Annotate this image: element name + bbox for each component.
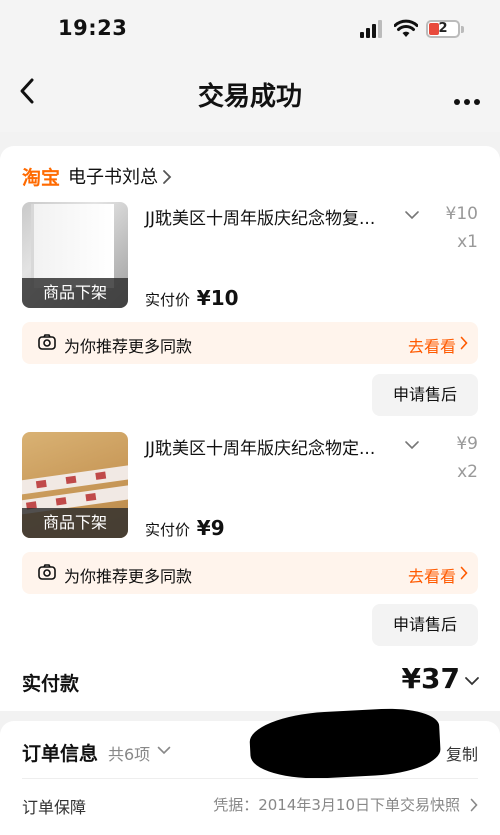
- shop-name[interactable]: 电子书刘总: [68, 163, 158, 189]
- chevron-down-icon[interactable]: [404, 210, 420, 220]
- order-card: 淘宝 电子书刘总 商品下架 JJ耽美区十周年版庆纪念物复... ¥10 x1 实…: [0, 146, 500, 711]
- product-thumbnail[interactable]: 商品下架: [22, 202, 128, 308]
- item-price: ¥10: [445, 204, 478, 224]
- nav-bar: 交易成功: [0, 54, 500, 132]
- product-thumbnail[interactable]: 商品下架: [22, 432, 128, 538]
- chevron-down-icon[interactable]: [404, 440, 420, 450]
- recommend-link[interactable]: 去看看: [408, 333, 456, 357]
- total-label: 实付款: [22, 673, 80, 695]
- chevron-right-icon: [163, 170, 172, 184]
- paid-value: ¥10: [196, 286, 239, 310]
- order-info-card: 订单信息 共6项 复制 订单保障 凭据：2014年3月10日下单交易快照: [0, 706, 500, 835]
- more-icon[interactable]: [454, 90, 484, 109]
- camera-icon: [38, 334, 56, 350]
- camera-icon: [38, 564, 56, 580]
- total-value: ¥37: [401, 662, 460, 695]
- recommend-banner[interactable]: 为你推荐更多同款 去看看: [22, 552, 478, 594]
- wifi-icon: [394, 19, 418, 37]
- item-price: ¥9: [456, 434, 478, 454]
- page-title: 交易成功: [197, 82, 302, 112]
- recommend-text: 为你推荐更多同款: [64, 337, 193, 356]
- redaction-mark: [248, 706, 442, 782]
- order-info-title: 订单信息: [22, 743, 99, 765]
- after-sale-button[interactable]: 申请售后: [372, 604, 478, 646]
- recommend-banner[interactable]: 为你推荐更多同款 去看看: [22, 322, 478, 364]
- paid-price: 实付价 ¥10: [145, 286, 239, 310]
- taobao-logo: 淘宝: [22, 166, 61, 189]
- chevron-down-icon[interactable]: [157, 746, 171, 755]
- chevron-down-icon[interactable]: [464, 676, 480, 686]
- paid-label: 实付价: [145, 521, 191, 539]
- paid-price: 实付价 ¥9: [145, 516, 225, 540]
- guarantee-value[interactable]: 凭据：2014年3月10日下单交易快照: [213, 794, 460, 815]
- copy-button[interactable]: 复制: [446, 741, 478, 765]
- order-info-count[interactable]: 共6项: [108, 741, 150, 765]
- battery-level: 2: [438, 21, 448, 36]
- status-bar: 19:23 2: [0, 0, 500, 54]
- chevron-right-icon: [470, 798, 478, 812]
- total-row[interactable]: 实付款 ¥37: [0, 656, 500, 706]
- chevron-right-icon: [460, 336, 468, 350]
- after-sale-button[interactable]: 申请售后: [372, 374, 478, 416]
- paid-value: ¥9: [196, 516, 225, 540]
- item-quantity: x1: [457, 232, 478, 252]
- chevron-right-icon: [460, 566, 468, 580]
- status-time: 19:23: [58, 16, 128, 40]
- battery-icon: 2: [426, 20, 460, 38]
- delisted-badge: 商品下架: [22, 278, 128, 308]
- guarantee-label: 订单保障: [22, 798, 87, 817]
- recommend-link[interactable]: 去看看: [408, 563, 456, 587]
- item-quantity: x2: [457, 462, 478, 482]
- divider: [22, 778, 478, 779]
- item-title[interactable]: JJ耽美区十周年版庆纪念物定...: [145, 434, 375, 459]
- paid-label: 实付价: [145, 291, 191, 309]
- shop-row[interactable]: 淘宝 电子书刘总: [22, 163, 172, 189]
- delisted-badge: 商品下架: [22, 508, 128, 538]
- item-title[interactable]: JJ耽美区十周年版庆纪念物复...: [145, 204, 375, 229]
- recommend-text: 为你推荐更多同款: [64, 567, 193, 586]
- signal-icon: [360, 20, 386, 38]
